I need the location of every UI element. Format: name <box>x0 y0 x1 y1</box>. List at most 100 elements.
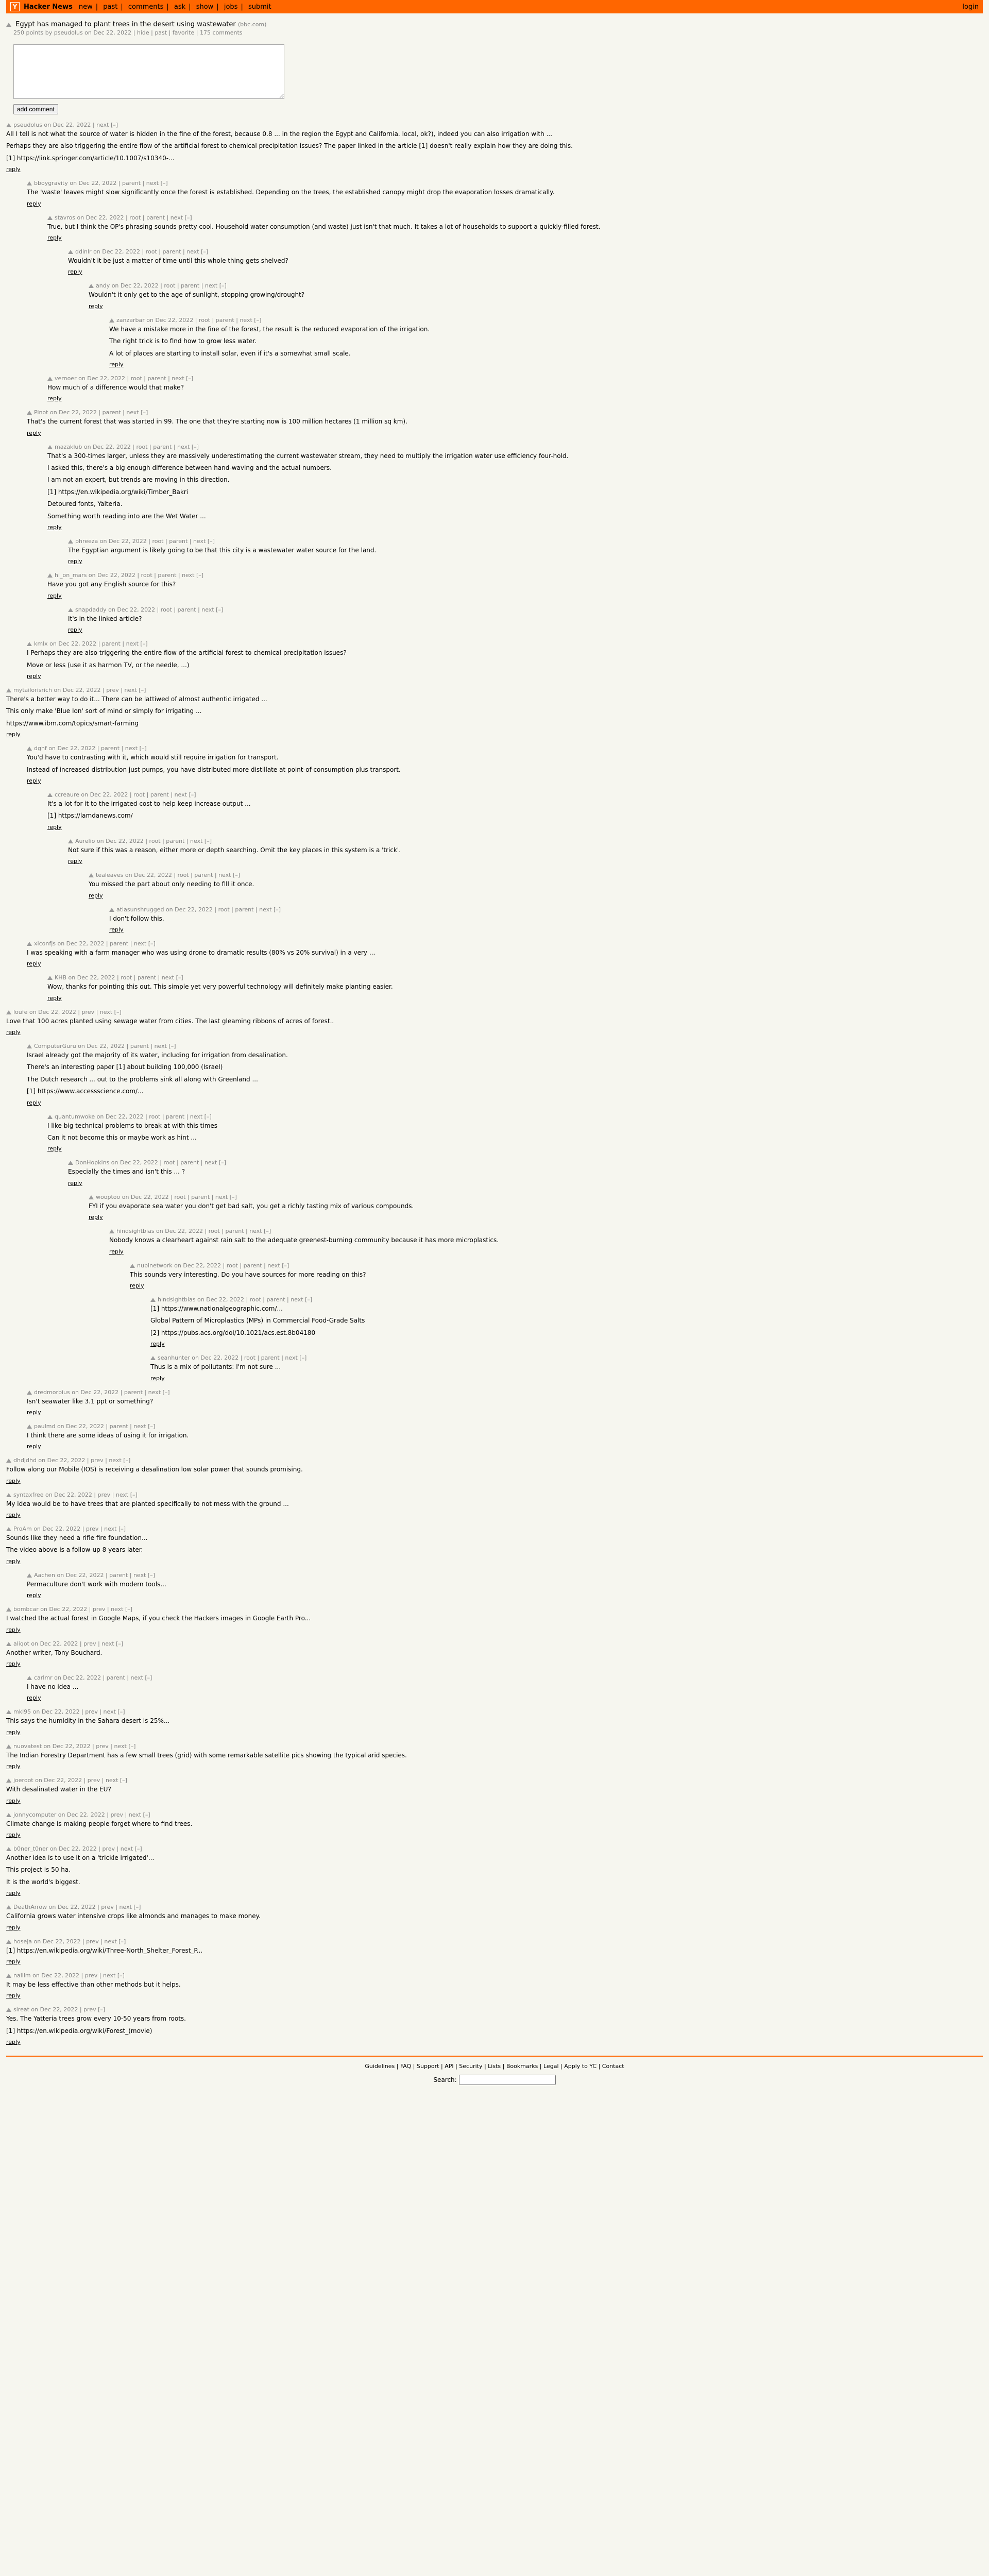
upvote-arrow-icon[interactable] <box>89 873 94 878</box>
reply-link[interactable]: reply <box>68 268 82 275</box>
reply-link[interactable]: reply <box>150 1375 165 1382</box>
upvote-arrow-icon[interactable] <box>6 22 11 27</box>
nav-ask[interactable]: ask <box>174 3 185 11</box>
comment-meta[interactable]: carlmr on Dec 22, 2022 | parent | next [… <box>34 1674 152 1681</box>
reply-link[interactable]: reply <box>47 592 62 599</box>
upvote-arrow-icon[interactable] <box>6 1973 11 1978</box>
footer-link-lists[interactable]: Lists <box>488 2063 501 2070</box>
upvote-arrow-icon[interactable] <box>6 1493 11 1497</box>
footer-link-contact[interactable]: Contact <box>602 2063 624 2070</box>
site-name[interactable]: Hacker News <box>24 3 73 11</box>
comment-meta[interactable]: atlasunshrugged on Dec 22, 2022 | root |… <box>116 906 281 913</box>
upvote-arrow-icon[interactable] <box>6 123 11 127</box>
comment-meta[interactable]: seanhunter on Dec 22, 2022 | root | pare… <box>158 1354 306 1361</box>
reply-link[interactable]: reply <box>6 1029 21 1036</box>
comment-meta[interactable]: mkl95 on Dec 22, 2022 | prev | next [–] <box>13 1708 125 1715</box>
comment-meta[interactable]: loufe on Dec 22, 2022 | prev | next [–] <box>13 1009 122 1015</box>
reply-link[interactable]: reply <box>6 731 21 738</box>
footer-link-legal[interactable]: Legal <box>543 2063 558 2070</box>
comment-meta[interactable]: quantumwoke on Dec 22, 2022 | root | par… <box>55 1113 212 1120</box>
reply-link[interactable]: reply <box>6 166 21 173</box>
comment-meta[interactable]: sireat on Dec 22, 2022 | prev [–] <box>13 2006 105 2013</box>
upvote-arrow-icon[interactable] <box>6 1847 11 1851</box>
upvote-arrow-icon[interactable] <box>89 1195 94 1199</box>
comment-meta[interactable]: hoseja on Dec 22, 2022 | prev | next [–] <box>13 1938 126 1945</box>
reply-link[interactable]: reply <box>109 361 124 368</box>
comment-meta[interactable]: nalllm on Dec 22, 2022 | prev | next [–] <box>13 1972 125 1979</box>
upvote-arrow-icon[interactable] <box>27 411 32 415</box>
reply-link[interactable]: reply <box>47 1145 62 1152</box>
upvote-arrow-icon[interactable] <box>47 573 53 578</box>
reply-link[interactable]: reply <box>27 1592 41 1599</box>
upvote-arrow-icon[interactable] <box>68 607 73 612</box>
comment-meta[interactable]: ddinlr on Dec 22, 2022 | root | parent |… <box>75 248 208 255</box>
upvote-arrow-icon[interactable] <box>27 642 32 647</box>
reply-link[interactable]: reply <box>6 1763 21 1770</box>
upvote-arrow-icon[interactable] <box>47 215 53 220</box>
footer-link-bookmarks[interactable]: Bookmarks <box>506 2063 538 2070</box>
comment-meta[interactable]: joeroot on Dec 22, 2022 | prev | next [–… <box>13 1777 127 1784</box>
comment-meta[interactable]: aliqot on Dec 22, 2022 | prev | next [–] <box>13 1640 123 1647</box>
upvote-arrow-icon[interactable] <box>27 1390 32 1395</box>
upvote-arrow-icon[interactable] <box>6 1812 11 1817</box>
reply-link[interactable]: reply <box>109 1248 124 1255</box>
comment-meta[interactable]: hindsightbias on Dec 22, 2022 | root | p… <box>158 1296 312 1303</box>
comment-meta[interactable]: wooptoo on Dec 22, 2022 | root | parent … <box>96 1194 237 1200</box>
comment-meta[interactable]: ProAm on Dec 22, 2022 | prev | next [–] <box>13 1526 126 1532</box>
nav-comments[interactable]: comments <box>128 3 164 11</box>
comment-meta[interactable]: pseudolus on Dec 22, 2022 | next [–] <box>13 122 118 128</box>
upvote-arrow-icon[interactable] <box>109 318 114 323</box>
reply-link[interactable]: reply <box>6 1512 21 1518</box>
upvote-arrow-icon[interactable] <box>6 1710 11 1715</box>
reply-link[interactable]: reply <box>6 1924 21 1931</box>
comment-meta[interactable]: dhdjdhd on Dec 22, 2022 | prev | next [–… <box>13 1457 130 1464</box>
comment-meta[interactable]: bboygravity on Dec 22, 2022 | parent | n… <box>34 180 168 187</box>
comment-meta[interactable]: Aachen on Dec 22, 2022 | parent | next [… <box>34 1572 155 1579</box>
reply-link[interactable]: reply <box>27 1099 41 1106</box>
reply-link[interactable]: reply <box>89 892 103 899</box>
reply-link[interactable]: reply <box>6 1798 21 1804</box>
upvote-arrow-icon[interactable] <box>6 1939 11 1944</box>
reply-link[interactable]: reply <box>47 524 62 531</box>
upvote-arrow-icon[interactable] <box>27 747 32 751</box>
upvote-arrow-icon[interactable] <box>6 1905 11 1910</box>
add-comment-button[interactable]: add comment <box>13 104 58 114</box>
reply-link[interactable]: reply <box>6 1558 21 1565</box>
comment-meta[interactable]: hindsightbias on Dec 22, 2022 | root | p… <box>116 1228 271 1234</box>
comment-meta[interactable]: dredmorbius on Dec 22, 2022 | parent | n… <box>34 1389 170 1396</box>
reply-link[interactable]: reply <box>27 1694 41 1701</box>
comment-meta[interactable]: tealeaves on Dec 22, 2022 | root | paren… <box>96 872 240 878</box>
footer-link-apply-to-yc[interactable]: Apply to YC <box>564 2063 596 2070</box>
reply-link[interactable]: reply <box>6 1660 21 1667</box>
reply-link[interactable]: reply <box>6 1729 21 1736</box>
reply-link[interactable]: reply <box>27 430 41 436</box>
upvote-arrow-icon[interactable] <box>6 1010 11 1014</box>
reply-link[interactable]: reply <box>68 858 82 865</box>
reply-link[interactable]: reply <box>27 960 41 967</box>
story-site[interactable]: (bbc.com) <box>238 21 267 28</box>
comment-meta[interactable]: bombcar on Dec 22, 2022 | prev | next [–… <box>13 1606 132 1613</box>
upvote-arrow-icon[interactable] <box>150 1356 156 1361</box>
comment-meta[interactable]: b0ner_t0ner on Dec 22, 2022 | prev | nex… <box>13 1845 142 1852</box>
reply-link[interactable]: reply <box>150 1341 165 1347</box>
upvote-arrow-icon[interactable] <box>47 1114 53 1119</box>
reply-link[interactable]: reply <box>109 926 124 933</box>
upvote-arrow-icon[interactable] <box>109 907 114 912</box>
comment-meta[interactable]: zanzarbar on Dec 22, 2022 | root | paren… <box>116 317 261 324</box>
comment-meta[interactable]: Aurelio on Dec 22, 2022 | root | parent … <box>75 838 212 844</box>
comment-meta[interactable]: jonnycomputer on Dec 22, 2022 | prev | n… <box>13 1811 150 1818</box>
upvote-arrow-icon[interactable] <box>6 1744 11 1749</box>
reply-link[interactable]: reply <box>27 673 41 680</box>
comment-meta[interactable]: Pinot on Dec 22, 2022 | parent | next [–… <box>34 409 148 416</box>
comment-meta[interactable]: syntaxfree on Dec 22, 2022 | prev | next… <box>13 1492 138 1498</box>
comment-meta[interactable]: nuovatest on Dec 22, 2022 | prev | next … <box>13 1743 135 1750</box>
search-input[interactable] <box>458 2075 556 2086</box>
nav-show[interactable]: show <box>196 3 214 11</box>
reply-link[interactable]: reply <box>130 1282 144 1289</box>
login-link[interactable]: login <box>962 3 979 11</box>
upvote-arrow-icon[interactable] <box>6 1607 11 1612</box>
upvote-arrow-icon[interactable] <box>27 941 32 946</box>
comment-meta[interactable]: DeathArrow on Dec 22, 2022 | prev | next… <box>13 1904 141 1910</box>
reply-link[interactable]: reply <box>27 200 41 207</box>
upvote-arrow-icon[interactable] <box>6 1527 11 1532</box>
